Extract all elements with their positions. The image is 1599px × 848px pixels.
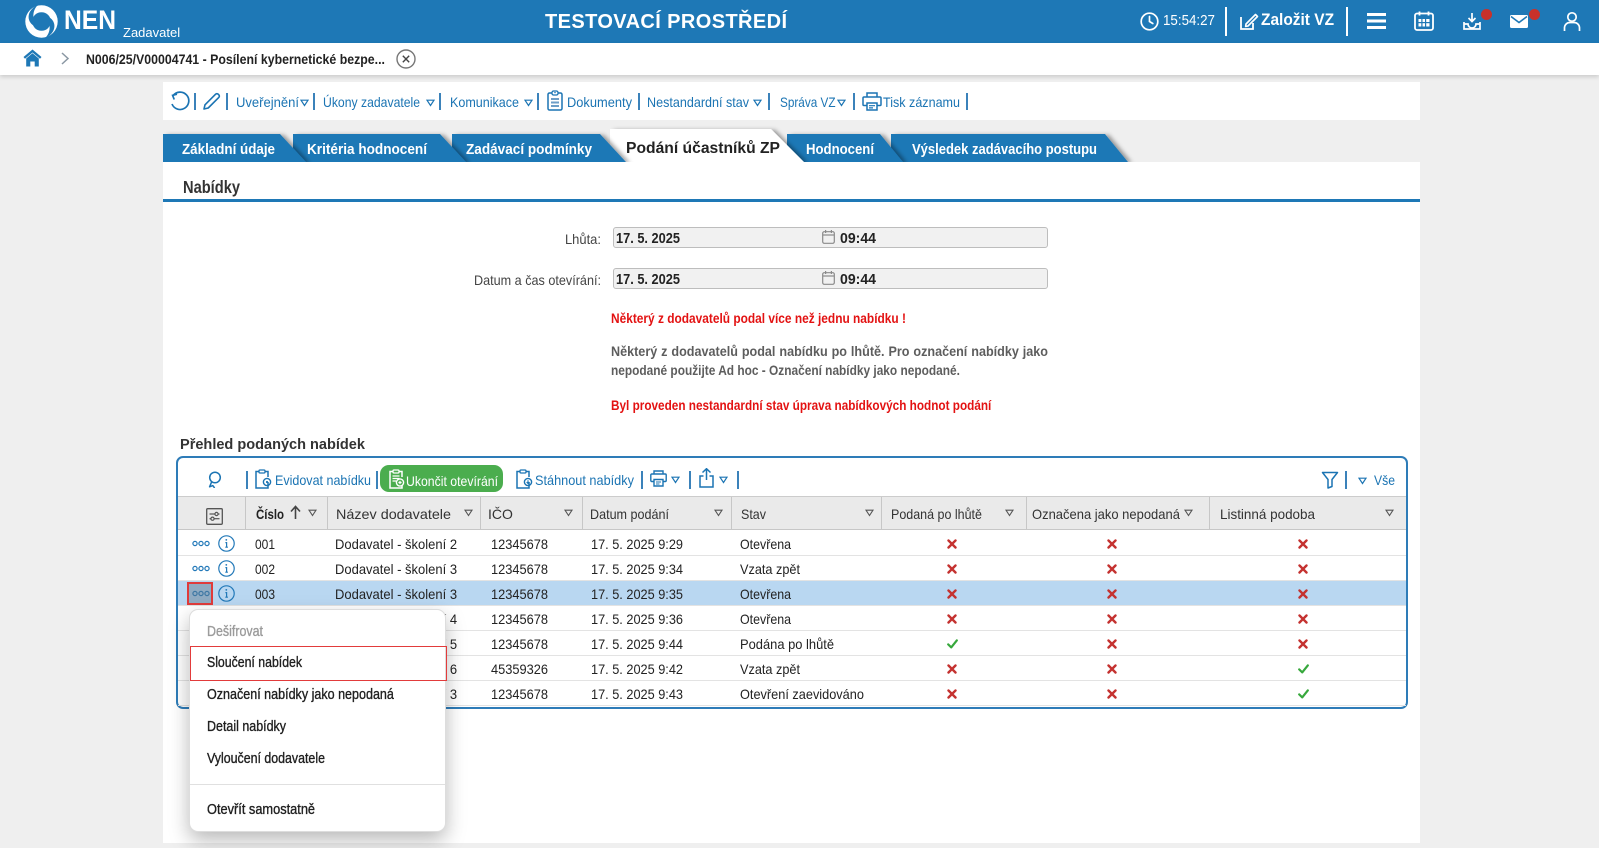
svg-text:Zadávací podmínky: Zadávací podmínky [466,141,593,158]
svg-text:Podání účastníků ZP: Podání účastníků ZP [626,140,780,157]
svg-text:Základní údaje: Základní údaje [182,141,275,158]
svg-text:Kritéria hodnocení: Kritéria hodnocení [307,141,428,158]
svg-text:Hodnocení: Hodnocení [806,141,875,158]
svg-text:Výsledek zadávacího postupu: Výsledek zadávacího postupu [912,141,1097,158]
